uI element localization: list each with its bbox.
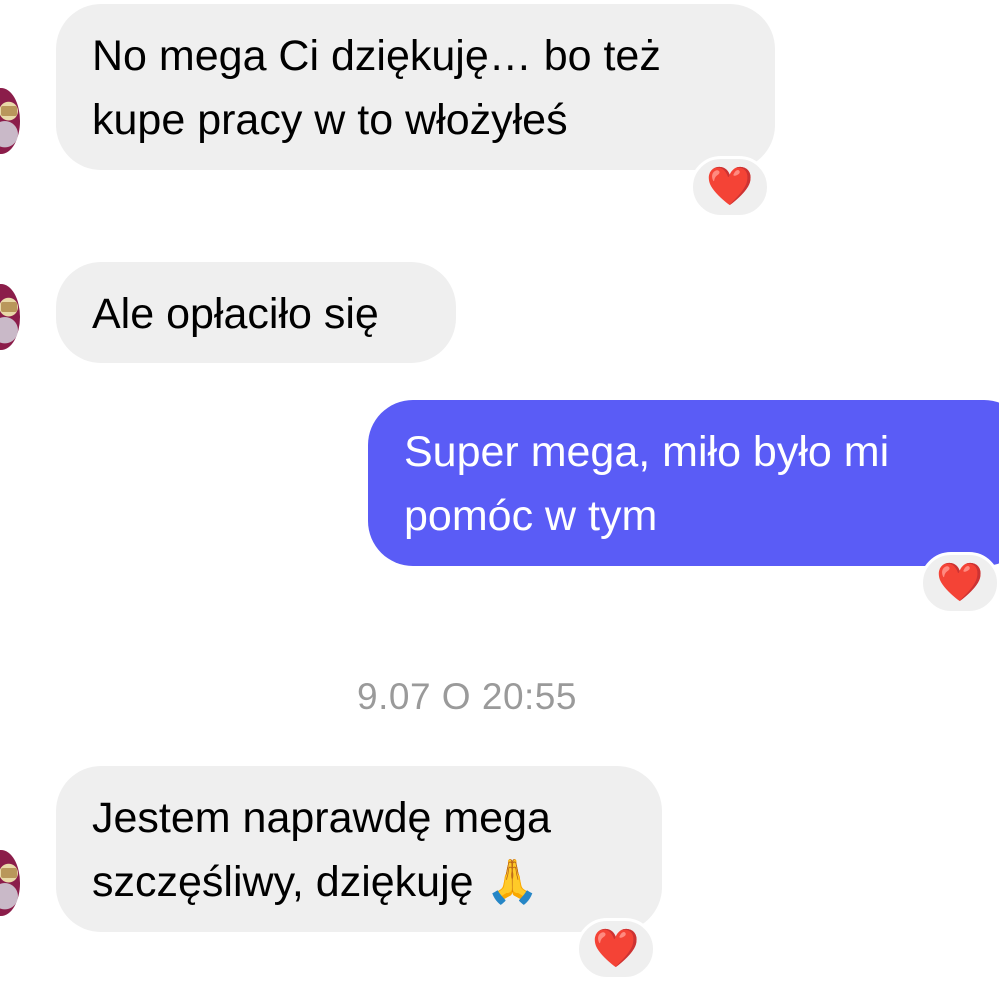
contact-avatar[interactable]: [0, 88, 20, 154]
message-bubble-outgoing[interactable]: Super mega, miło było mi pomóc w tym: [368, 400, 999, 566]
contact-avatar[interactable]: [0, 284, 20, 350]
message-bubble-incoming[interactable]: No mega Ci dziękuję… bo też kupe pracy w…: [56, 4, 775, 170]
red-heart-icon[interactable]: ❤️: [920, 552, 999, 614]
message-bubble-incoming[interactable]: Ale opłaciło się: [56, 262, 456, 363]
contact-avatar[interactable]: [0, 850, 20, 916]
message-bubble-incoming[interactable]: Jestem naprawdę mega szczęśliwy, dziękuj…: [56, 766, 662, 932]
red-heart-icon[interactable]: ❤️: [690, 156, 770, 218]
message-timestamp: 9.07 O 20:55: [357, 676, 577, 717]
red-heart-icon[interactable]: ❤️: [576, 918, 656, 980]
